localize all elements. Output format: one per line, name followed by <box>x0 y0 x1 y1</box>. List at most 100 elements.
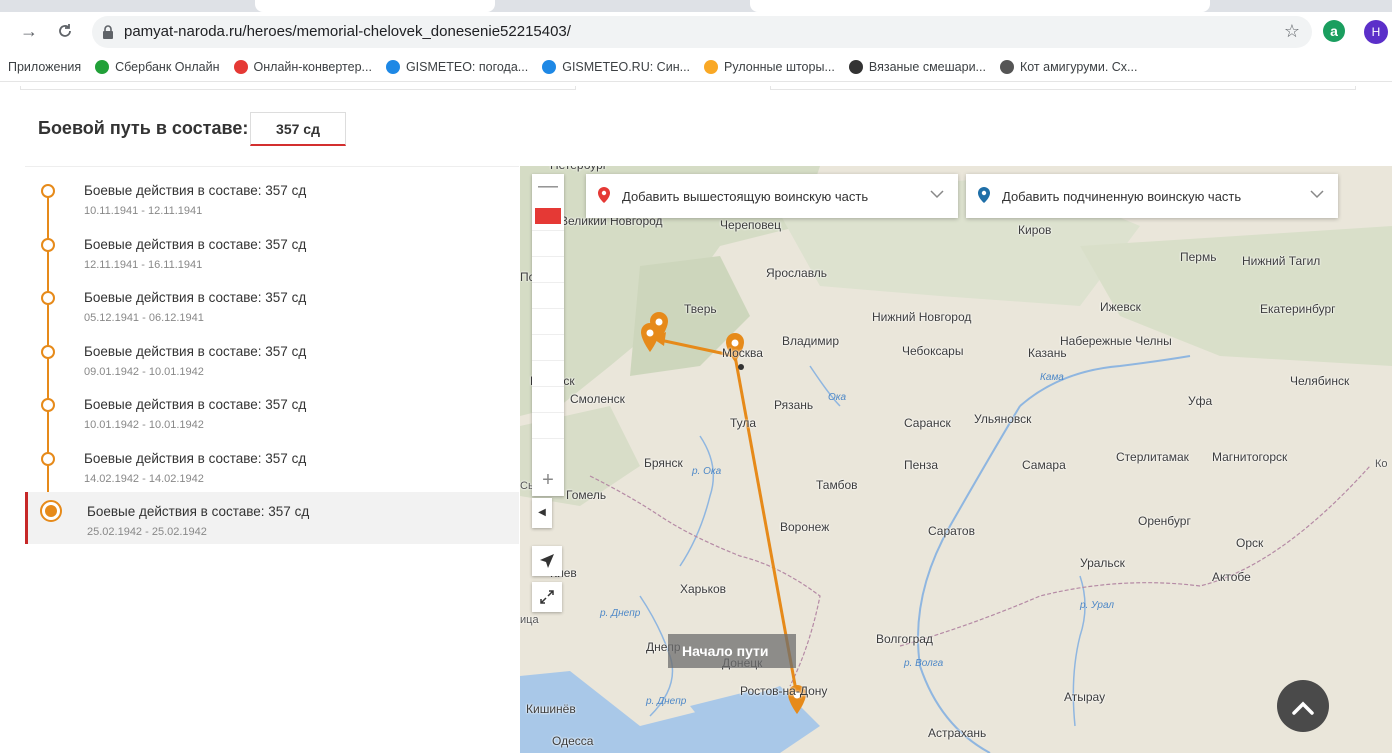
child-unit-dropdown[interactable]: Добавить подчиненную воинскую часть <box>966 174 1338 218</box>
forward-icon[interactable]: → <box>18 20 40 42</box>
city-label: Уфа <box>1188 394 1213 408</box>
city-label: Владимир <box>782 334 840 348</box>
timeline-item[interactable]: Боевые действия в составе: 357 сд 10.11.1… <box>25 171 519 223</box>
converter-icon <box>233 59 248 74</box>
timeline-item[interactable]: Боевые действия в составе: 357 сд 25.02.1… <box>25 492 519 544</box>
tab-strip <box>0 0 1392 12</box>
bookmark-item[interactable]: Онлайн-конвертер... <box>233 59 372 74</box>
timeline-item[interactable]: Боевые действия в составе: 357 сд 10.01.1… <box>25 385 519 437</box>
city-label: Стерлитамак <box>1116 450 1189 464</box>
city-label: Саранск <box>904 416 951 430</box>
bookmark-item[interactable]: GISMETEO: погода... <box>385 59 529 74</box>
moscow-dot <box>738 364 744 370</box>
scroll-to-top-button[interactable] <box>1277 680 1329 732</box>
bookmark-star-icon[interactable]: ☆ <box>1284 21 1300 42</box>
city-label: Пенза <box>904 458 939 472</box>
city-label: Оренбург <box>1138 514 1191 528</box>
bookmark-item[interactable]: Вязаные смешари... <box>848 59 986 74</box>
child-unit-label: Добавить подчиненную воинскую часть <box>1002 189 1242 204</box>
city-label: Харьков <box>680 582 727 596</box>
bookmark-label: Приложения <box>8 59 82 74</box>
timeline-dot-icon <box>41 291 55 305</box>
timeline-item-title: Боевые действия в составе: 357 сд <box>84 183 307 198</box>
city-label: Тула <box>730 416 757 430</box>
city-label: Брянск <box>644 456 683 470</box>
timeline-dot-icon <box>41 398 55 412</box>
map[interactable]: ПетербургВеликий НовгородЧереповецКировП… <box>520 166 1392 753</box>
timeline-item-dates: 25.02.1942 - 25.02.1942 <box>87 526 207 538</box>
river-label: р. Днепр <box>600 608 641 619</box>
timeline-dot-icon <box>41 184 55 198</box>
timeline-item-title: Боевые действия в составе: 357 сд <box>84 290 307 305</box>
fullscreen-icon[interactable] <box>532 582 562 612</box>
parent-unit-dropdown[interactable]: Добавить вышестоящую воинскую часть <box>586 174 958 218</box>
bookmark-label: GISMETEO.RU: Син... <box>562 59 691 74</box>
city-label: Ярославль <box>766 266 828 280</box>
city-label: Самара <box>1022 458 1066 472</box>
bookmark-item[interactable]: Приложения <box>8 60 81 74</box>
city-label: Магнитогорск <box>1212 450 1288 464</box>
timeline-item-title: Боевые действия в составе: 357 сд <box>84 450 307 466</box>
tab[interactable] <box>255 0 495 12</box>
timeline-item[interactable]: Боевые действия в составе: 357 сд 12.11.1… <box>25 225 519 277</box>
timeline-item-title: Боевые действия в составе: 357 сд <box>84 236 307 252</box>
city-label: Москва <box>722 346 763 360</box>
city-label: Кишинёв <box>526 702 576 716</box>
city-label: Ко <box>1375 458 1388 470</box>
timeline-item[interactable]: Боевые действия в составе: 357 сд 05.12.1… <box>25 278 519 330</box>
reload-icon[interactable] <box>54 20 76 42</box>
city-label: Гомель <box>566 488 607 502</box>
bookmarks-bar: Приложения Сбербанк Онлайн Онлайн-конверте… <box>0 52 1392 82</box>
m-logo-icon <box>848 59 863 74</box>
bookmark-item[interactable]: GISMETEO.RU: Син... <box>542 59 691 74</box>
zoom-in-button[interactable]: + <box>532 468 564 494</box>
bookmark-item[interactable]: Сбербанк Онлайн <box>95 59 220 74</box>
timeline-dot-icon <box>41 451 55 466</box>
browser-chrome: → pamyat-naroda.ru/heroes/memorial-chelo… <box>0 0 1392 86</box>
bookmark-item[interactable]: Кот амигуруми. Сх... <box>999 59 1137 74</box>
city-label: Саратов <box>928 524 975 538</box>
chevron-down-icon <box>1310 186 1324 202</box>
timeline-item-title: Боевые действия в составе: 357 сд <box>84 343 307 359</box>
city-label: Астрахань <box>928 726 987 740</box>
tab[interactable] <box>750 0 1210 12</box>
city-label: Ульяновск <box>974 412 1032 426</box>
red-pin-icon <box>598 187 610 203</box>
city-label: Екатеринбург <box>1260 302 1336 316</box>
blinds-icon <box>704 59 719 74</box>
address-bar[interactable]: pamyat-naroda.ru/heroes/memorial-chelove… <box>92 16 1312 48</box>
timeline-item[interactable]: Боевые действия в составе: 357 сд 09.01.1… <box>25 332 519 384</box>
city-label: Тамбов <box>816 478 858 492</box>
city-label: Актобе <box>1212 570 1251 584</box>
river-label: Ока <box>828 392 847 403</box>
timeline-item-dates: 14.02.1942 - 14.02.1942 <box>84 472 204 485</box>
timeline-item-dates: 10.11.1941 - 12.11.1941 <box>84 205 203 217</box>
collapse-panel-button[interactable]: ◀ <box>532 498 552 528</box>
bookmark-label: Рулонные шторы... <box>724 59 835 74</box>
timeline-item-dates: 12.11.1941 - 16.11.1941 <box>84 258 203 271</box>
city-label: Смоленск <box>570 392 625 406</box>
river-label: Кама <box>1040 372 1064 383</box>
unit-selector[interactable]: 357 сд <box>250 112 346 146</box>
river-label: р. Ока <box>692 466 722 477</box>
globe-icon <box>999 59 1014 74</box>
profile-avatar[interactable]: Н <box>1364 20 1388 44</box>
zoom-out-button[interactable]: — <box>532 174 564 200</box>
zoom-level-indicator[interactable] <box>535 208 561 224</box>
timeline-item[interactable]: Боевые действия в составе: 357 сд 14.02.1… <box>25 439 519 491</box>
city-label: Пермь <box>1180 250 1217 264</box>
city-label: Одесса <box>552 734 594 748</box>
timeline-item-dates: 05.12.1941 - 06.12.1941 <box>84 312 204 324</box>
city-label: Нижний Новгород <box>872 310 972 324</box>
bookmark-item[interactable]: Рулонные шторы... <box>704 59 835 74</box>
zoom-control: — + <box>532 174 564 496</box>
timeline-item-title: Боевые действия в составе: 357 сд <box>87 504 310 519</box>
extension-icon[interactable]: a <box>1323 20 1345 42</box>
bookmark-label: GISMETEO: погода... <box>405 59 529 74</box>
top-fields-edge <box>20 86 1372 90</box>
city-label: Киров <box>1018 223 1052 237</box>
timeline-dot-icon <box>41 344 55 359</box>
url-text: pamyat-naroda.ru/heroes/memorial-chelove… <box>124 23 571 40</box>
locate-icon[interactable] <box>532 546 562 576</box>
city-label: Набережные Челны <box>1060 334 1172 348</box>
